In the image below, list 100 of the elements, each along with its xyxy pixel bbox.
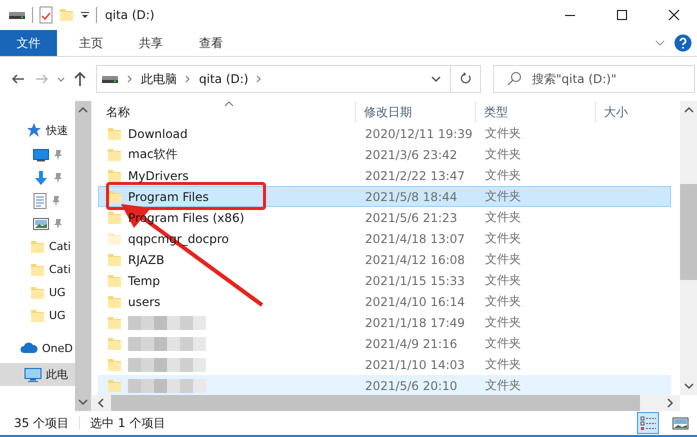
column-header[interactable]: 类型 — [476, 101, 596, 123]
date-cell-text: 2021/1/15 15:33 — [364, 274, 466, 288]
chevron-right-icon[interactable] — [666, 398, 674, 408]
sort-caret-icon — [224, 101, 234, 107]
type-cell-text: 文件夹 — [484, 230, 522, 247]
date-cell-text: 2021/3/6 23:42 — [364, 148, 458, 162]
ribbon-tab[interactable]: 主页 — [65, 30, 117, 56]
cloud-icon — [20, 341, 38, 355]
window-title: qita (D:) — [105, 8, 154, 22]
computer-icon — [24, 366, 42, 382]
properties-icon[interactable] — [39, 6, 53, 24]
pin-icon — [53, 172, 63, 184]
folder-icon — [107, 252, 122, 268]
download-icon — [33, 170, 49, 186]
ribbon-tab[interactable]: 文件 — [0, 30, 57, 56]
folder-icon — [107, 210, 122, 226]
folder-icon — [107, 126, 122, 142]
date-cell-text: 2021/5/6 20:10 — [364, 378, 458, 392]
folder-icon — [30, 262, 45, 278]
type-cell-text: 文件夹 — [484, 146, 522, 163]
type-cell-text: 文件夹 — [484, 209, 522, 226]
type-cell-text: 文件夹 — [484, 356, 522, 373]
file-row[interactable]: Download 2020/12/11 19:39 文件夹 — [98, 123, 671, 144]
chevron-right-icon[interactable] — [184, 74, 192, 84]
file-row[interactable]: users 2021/4/10 16:14 文件夹 — [98, 291, 671, 312]
file-row[interactable]: mac软件 2021/3/6 23:42 文件夹 — [98, 144, 671, 165]
details-view-icon[interactable] — [637, 412, 659, 434]
chevron-up-icon[interactable] — [684, 106, 694, 114]
column-header[interactable]: 大小 — [596, 101, 656, 123]
nav-item[interactable]: Cati — [0, 235, 75, 258]
desktop-icon — [33, 148, 49, 162]
nav-item[interactable]: Cati — [0, 258, 75, 281]
type-cell-text: 文件夹 — [484, 251, 522, 268]
file-row[interactable]: 2021/5/6 20:10 文件夹 — [98, 375, 671, 395]
file-row[interactable]: Temp 2021/1/15 15:33 文件夹 — [98, 270, 671, 291]
folder-icon — [107, 146, 122, 162]
folder-icon — [30, 308, 45, 324]
type-cell-text: 文件夹 — [484, 272, 522, 289]
folder-icon — [107, 188, 122, 204]
nav-item[interactable]: OneD — [0, 333, 75, 363]
breadcrumb-item[interactable]: qita (D:) — [199, 72, 248, 86]
file-row[interactable]: RJAZB 2021/4/12 16:08 文件夹 — [98, 249, 671, 270]
file-row[interactable]: 2021/4/9 21:16 文件夹 — [98, 333, 671, 354]
type-cell-text: 文件夹 — [484, 125, 522, 142]
chevron-up-icon[interactable] — [78, 106, 88, 114]
folder-icon — [107, 336, 122, 352]
date-cell-text: 2021/5/6 21:23 — [364, 210, 458, 224]
date-cell-text: 2021/4/9 21:16 — [364, 336, 458, 350]
date-cell-text: 2021/4/18 13:07 — [364, 232, 466, 246]
nav-item[interactable]: 此电 — [0, 363, 75, 386]
scrollbar[interactable] — [75, 101, 91, 411]
type-cell-text: 文件夹 — [484, 314, 522, 331]
file-name: Download — [128, 126, 188, 140]
pin-icon — [53, 218, 63, 230]
file-row[interactable]: 2021/1/10 14:03 文件夹 — [98, 354, 671, 375]
file-row[interactable]: MyDrivers 2021/2/22 13:47 文件夹 — [98, 165, 671, 186]
ribbon-tab[interactable]: 查看 — [185, 30, 237, 56]
file-name: mac软件 — [128, 146, 178, 163]
file-name: MyDrivers — [128, 168, 189, 182]
type-cell-text: 文件夹 — [484, 335, 522, 352]
date-cell-text: 2021/2/22 13:47 — [364, 168, 466, 182]
file-row[interactable]: 2021/1/18 17:49 文件夹 — [98, 312, 671, 333]
nav-item[interactable]: 快速 — [0, 117, 75, 143]
scrollbar[interactable] — [680, 101, 697, 395]
breadcrumb-item[interactable]: 此电脑 — [141, 70, 177, 88]
scrollbar[interactable] — [92, 395, 680, 411]
chevron-right-icon[interactable] — [126, 74, 134, 84]
file-name: Temp — [128, 274, 160, 288]
nav-item[interactable]: UG — [0, 281, 75, 304]
pin-icon — [51, 194, 61, 206]
refresh-icon[interactable] — [451, 65, 481, 93]
date-cell-text: 2021/1/10 14:03 — [364, 358, 466, 372]
column-header[interactable]: 修改日期 — [356, 101, 476, 123]
nav-item[interactable]: UG — [0, 304, 75, 327]
document-icon — [33, 192, 47, 208]
folder-icon — [107, 294, 122, 310]
address-bar[interactable]: 此电脑 qita (D:) — [96, 65, 451, 93]
file-row[interactable]: Program Files 2021/5/8 18:44 文件夹 — [98, 186, 671, 207]
type-cell-text: 文件夹 — [484, 293, 522, 310]
chevron-down-icon[interactable] — [684, 382, 694, 390]
selection-count: 选中 1 个项目 — [90, 414, 166, 432]
folder-icon — [107, 272, 122, 288]
help-icon[interactable] — [674, 34, 692, 52]
folder-icon — [107, 378, 122, 394]
caret-icon[interactable] — [80, 10, 90, 20]
chevron-left-icon[interactable] — [97, 398, 105, 408]
chevron-right-icon[interactable] — [255, 74, 264, 84]
chevron-down-icon[interactable] — [430, 74, 442, 84]
chevron-down-icon[interactable] — [78, 398, 88, 406]
search-icon — [506, 71, 522, 87]
ribbon-tab[interactable]: 共享 — [125, 30, 177, 56]
type-cell-text: 文件夹 — [484, 167, 522, 184]
search-input[interactable]: 搜索"qita (D:)" — [532, 72, 692, 86]
file-name: RJAZB — [128, 252, 164, 266]
file-name: Program Files — [128, 190, 209, 204]
date-cell-text: 2021/4/10 16:14 — [364, 294, 466, 308]
search-field[interactable]: 搜索"qita (D:)" — [493, 65, 695, 93]
column-header[interactable]: 名称 — [98, 101, 356, 123]
item-count: 35 个项目 — [14, 414, 70, 432]
folder-icon — [107, 168, 122, 184]
